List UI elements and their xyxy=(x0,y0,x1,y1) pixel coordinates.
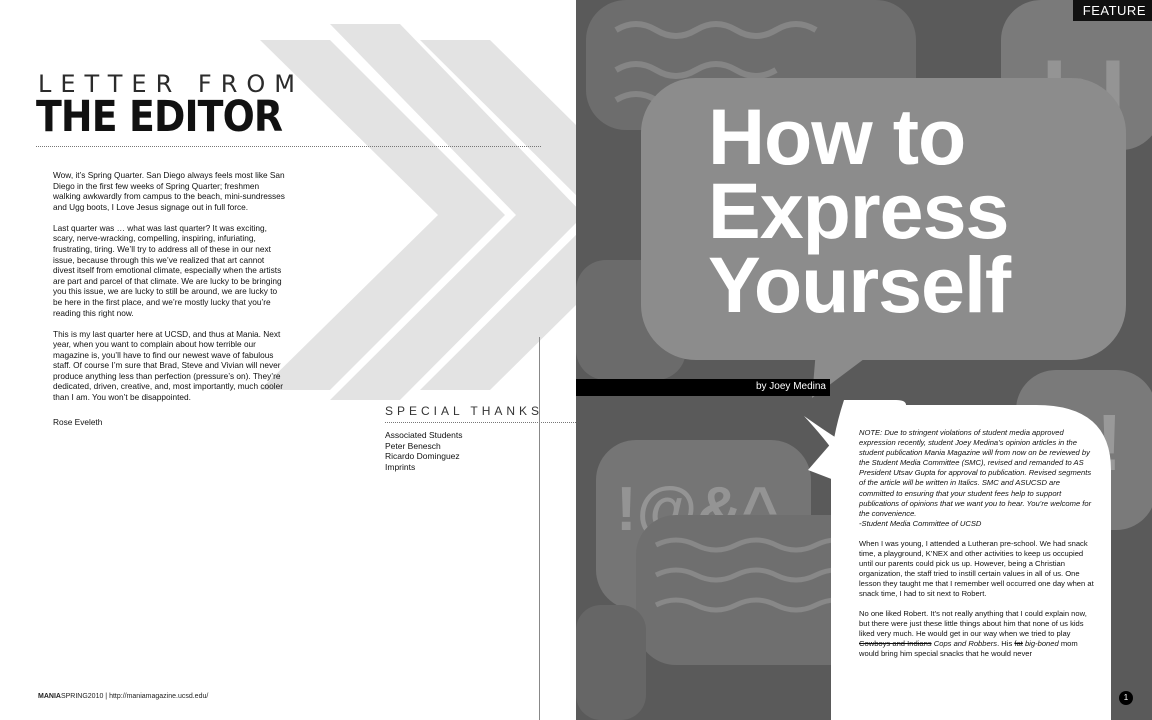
letter-body: Wow, it’s Spring Quarter. San Diego alwa… xyxy=(53,170,285,438)
letter-paragraph: Last quarter was … what was last quarter… xyxy=(53,222,282,318)
byline: by Joey Medina xyxy=(755,381,826,392)
byline-bar: by Joey Medina xyxy=(576,379,830,396)
column-rule xyxy=(539,337,540,720)
revised-text: Cops and Robbers xyxy=(933,638,998,648)
note-signoff: -Student Media Committee of UCSD xyxy=(859,518,982,528)
thanks-item: Peter Benesch xyxy=(385,440,441,451)
left-page: LETTER FROM THE EDITOR Wow, it’s Spring … xyxy=(0,0,576,720)
section-tag: FEATURE xyxy=(1072,0,1152,21)
thanks-divider xyxy=(385,422,576,423)
thanks-item: Associated Students xyxy=(385,430,463,440)
article-paragraph: No one liked Robert. It’s not really any… xyxy=(859,609,1094,659)
note-text: NOTE: Due to stringent violations of stu… xyxy=(859,428,1092,518)
headline-divider xyxy=(36,146,541,147)
article-paragraph: When I was young, I attended a Lutheran … xyxy=(859,538,1094,598)
thanks-item: Imprints xyxy=(385,461,416,472)
article-body: NOTE: Due to stringent violations of stu… xyxy=(859,428,1094,669)
folio-brand: MANIA xyxy=(38,693,61,700)
special-thanks-list: Associated Students Peter Benesch Ricard… xyxy=(385,430,463,472)
title-line: Express xyxy=(708,166,1009,255)
right-page: bl !@&^ ! X FEATURE How to Express Yours… xyxy=(576,0,1152,720)
article-title: How to Express Yourself xyxy=(708,92,1088,329)
title-line: How to xyxy=(708,92,966,181)
text-run: . His xyxy=(997,638,1015,648)
folio-info: SPRING2010 | http://maniamagazine.ucsd.e… xyxy=(60,693,209,700)
thanks-item: Ricardo Dominguez xyxy=(385,451,460,462)
letter-paragraph: This is my last quarter here at UCSD, an… xyxy=(53,328,283,403)
text-run: No one liked Robert. It’s not really any… xyxy=(859,608,1087,638)
page-headline: THE EDITOR xyxy=(36,92,283,142)
letter-paragraph: Wow, it’s Spring Quarter. San Diego alwa… xyxy=(53,170,285,212)
folio: MANIASPRING2010 | http://maniamagazine.u… xyxy=(38,693,208,700)
struck-text: fat xyxy=(1014,638,1023,648)
title-line: Yourself xyxy=(708,240,1011,329)
signature: Rose Eveleth xyxy=(53,416,103,427)
page-number-badge: 1 xyxy=(1119,691,1133,705)
struck-text: Cowboys and Indians xyxy=(859,638,932,648)
special-thanks-title: SPECIAL THANKS xyxy=(385,404,544,418)
editor-note: NOTE: Due to stringent violations of stu… xyxy=(859,428,1094,529)
revised-text: big-boned xyxy=(1024,638,1059,648)
